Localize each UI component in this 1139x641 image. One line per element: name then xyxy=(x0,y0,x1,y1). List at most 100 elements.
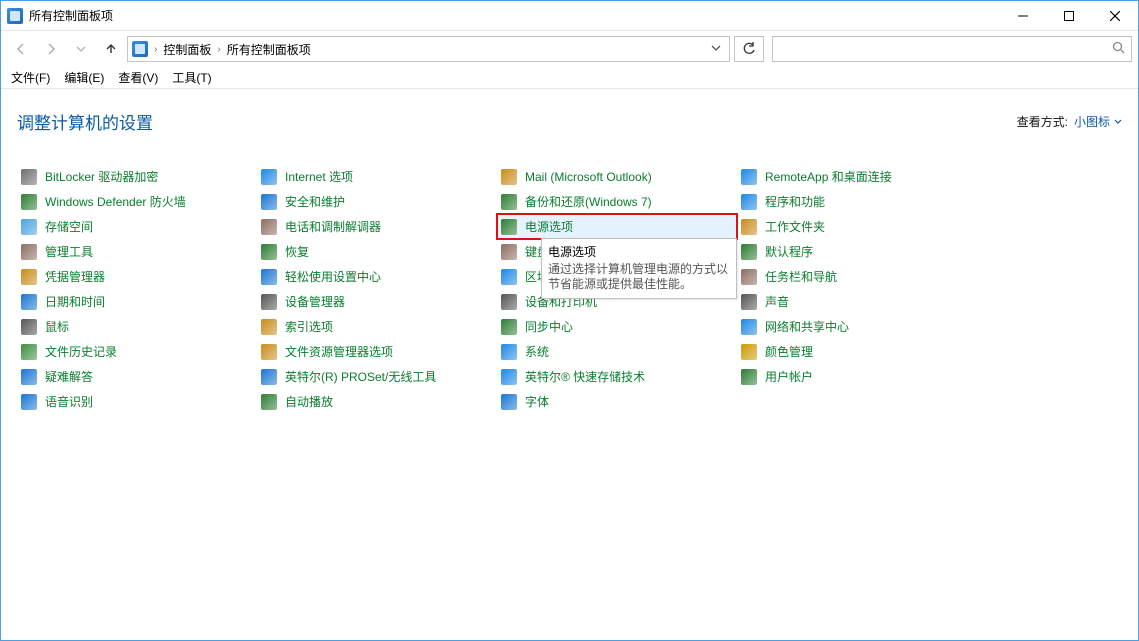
maximize-button[interactable] xyxy=(1046,1,1092,31)
control-panel-item[interactable]: 管理工具 xyxy=(17,239,257,264)
control-panel-item[interactable]: 凭据管理器 xyxy=(17,264,257,289)
minimize-button[interactable] xyxy=(1000,1,1046,31)
control-panel-item[interactable]: 任务栏和导航 xyxy=(737,264,977,289)
control-panel-item[interactable]: 自动播放 xyxy=(257,389,497,414)
control-panel-item-label: 工作文件夹 xyxy=(765,218,825,235)
applet-icon xyxy=(741,369,757,385)
forward-button[interactable] xyxy=(37,35,65,63)
control-panel-item[interactable]: 恢复 xyxy=(257,239,497,264)
menu-view[interactable]: 查看(V) xyxy=(118,69,158,86)
control-panel-item-label: 日期和时间 xyxy=(45,293,105,310)
applet-icon xyxy=(501,394,517,410)
up-button[interactable] xyxy=(97,35,125,63)
applet-icon xyxy=(741,219,757,235)
search-input[interactable] xyxy=(772,36,1132,62)
control-panel-item[interactable]: 工作文件夹 xyxy=(737,214,977,239)
control-panel-item[interactable]: 网络和共享中心 xyxy=(737,314,977,339)
applet-icon xyxy=(501,194,517,210)
control-panel-item-label: Internet 选项 xyxy=(285,168,353,185)
control-panel-item[interactable]: 电源选项电源选项通过选择计算机管理电源的方式以节省能源或提供最佳性能。 xyxy=(497,214,737,239)
applet-icon xyxy=(261,294,277,310)
control-panel-item[interactable]: 存储空间 xyxy=(17,214,257,239)
control-panel-item[interactable]: BitLocker 驱动器加密 xyxy=(17,164,257,189)
control-panel-item[interactable]: 日期和时间 xyxy=(17,289,257,314)
control-panel-item-label: 电源选项 xyxy=(525,218,573,235)
menu-file[interactable]: 文件(F) xyxy=(11,69,50,86)
control-panel-item-label: BitLocker 驱动器加密 xyxy=(45,168,158,185)
menubar: 文件(F) 编辑(E) 查看(V) 工具(T) xyxy=(1,67,1138,89)
control-panel-item[interactable]: 设备管理器 xyxy=(257,289,497,314)
control-panel-item[interactable]: 轻松使用设置中心 xyxy=(257,264,497,289)
control-panel-item[interactable]: 索引选项 xyxy=(257,314,497,339)
applet-icon xyxy=(261,394,277,410)
applet-icon xyxy=(21,194,37,210)
recent-locations-button[interactable] xyxy=(67,35,95,63)
applet-icon xyxy=(21,369,37,385)
applet-icon xyxy=(501,344,517,360)
search-icon[interactable] xyxy=(1112,41,1125,57)
applet-icon xyxy=(261,194,277,210)
control-panel-item[interactable]: 同步中心 xyxy=(497,314,737,339)
control-panel-item-label: 同步中心 xyxy=(525,318,573,335)
control-panel-item[interactable]: 字体 xyxy=(497,389,737,414)
chevron-right-icon[interactable]: › xyxy=(215,44,222,55)
close-button[interactable] xyxy=(1092,1,1138,31)
control-panel-item[interactable]: 鼠标 xyxy=(17,314,257,339)
breadcrumb-current[interactable]: 所有控制面板项 xyxy=(227,41,311,58)
control-panel-item-label: Mail (Microsoft Outlook) xyxy=(525,170,652,184)
control-panel-item-label: 声音 xyxy=(765,293,789,310)
back-button[interactable] xyxy=(7,35,35,63)
control-panel-item[interactable]: 语音识别 xyxy=(17,389,257,414)
control-panel-item[interactable]: 英特尔® 快速存储技术 xyxy=(497,364,737,389)
applet-icon xyxy=(21,319,37,335)
control-panel-item-label: 网络和共享中心 xyxy=(765,318,849,335)
control-panel-item[interactable]: 备份和还原(Windows 7) xyxy=(497,189,737,214)
control-panel-item[interactable]: Windows Defender 防火墙 xyxy=(17,189,257,214)
control-panel-item-label: 存储空间 xyxy=(45,218,93,235)
tooltip: 电源选项通过选择计算机管理电源的方式以节省能源或提供最佳性能。 xyxy=(541,238,737,299)
refresh-button[interactable] xyxy=(734,36,764,62)
breadcrumb-root[interactable]: 控制面板 xyxy=(163,41,211,58)
control-panel-item-label: 语音识别 xyxy=(45,393,93,410)
titlebar: 所有控制面板项 xyxy=(1,1,1138,31)
control-panel-item-label: 文件历史记录 xyxy=(45,343,117,360)
control-panel-item-label: 疑难解答 xyxy=(45,368,93,385)
applet-icon xyxy=(21,294,37,310)
control-panel-item[interactable]: 用户帐户 xyxy=(737,364,977,389)
control-panel-item[interactable]: 颜色管理 xyxy=(737,339,977,364)
address-bar[interactable]: › 控制面板 › 所有控制面板项 xyxy=(127,36,730,62)
control-panel-item[interactable]: 电话和调制解调器 xyxy=(257,214,497,239)
menu-edit[interactable]: 编辑(E) xyxy=(64,69,104,86)
control-panel-item[interactable]: RemoteApp 和桌面连接 xyxy=(737,164,977,189)
menu-tools[interactable]: 工具(T) xyxy=(172,69,211,86)
applet-icon xyxy=(501,319,517,335)
control-panel-item[interactable]: 声音 xyxy=(737,289,977,314)
control-panel-item[interactable]: 程序和功能 xyxy=(737,189,977,214)
applet-icon xyxy=(501,169,517,185)
control-panel-item[interactable]: 疑难解答 xyxy=(17,364,257,389)
control-panel-item-label: 轻松使用设置中心 xyxy=(285,268,381,285)
control-panel-item[interactable]: 英特尔(R) PROSet/无线工具 xyxy=(257,364,497,389)
applet-icon xyxy=(741,294,757,310)
applet-icon xyxy=(21,394,37,410)
applet-icon xyxy=(21,344,37,360)
chevron-right-icon[interactable]: › xyxy=(152,44,159,55)
control-panel-item[interactable]: 文件资源管理器选项 xyxy=(257,339,497,364)
view-mode-dropdown[interactable]: 小图标 xyxy=(1074,113,1122,130)
control-panel-item-label: 用户帐户 xyxy=(765,368,813,385)
control-panel-item-label: 任务栏和导航 xyxy=(765,268,837,285)
window-title: 所有控制面板项 xyxy=(29,7,113,24)
control-panel-item-label: 恢复 xyxy=(285,243,309,260)
applet-icon xyxy=(261,219,277,235)
control-panel-item-label: 字体 xyxy=(525,393,549,410)
applet-icon xyxy=(21,244,37,260)
control-panel-item[interactable]: 系统 xyxy=(497,339,737,364)
control-panel-item[interactable]: Mail (Microsoft Outlook) xyxy=(497,164,737,189)
control-panel-item[interactable]: 安全和维护 xyxy=(257,189,497,214)
applet-icon xyxy=(261,269,277,285)
control-panel-item[interactable]: 文件历史记录 xyxy=(17,339,257,364)
control-panel-item[interactable]: Internet 选项 xyxy=(257,164,497,189)
view-mode-label: 查看方式: xyxy=(1017,113,1068,130)
address-dropdown-button[interactable] xyxy=(707,42,725,56)
control-panel-item[interactable]: 默认程序 xyxy=(737,239,977,264)
